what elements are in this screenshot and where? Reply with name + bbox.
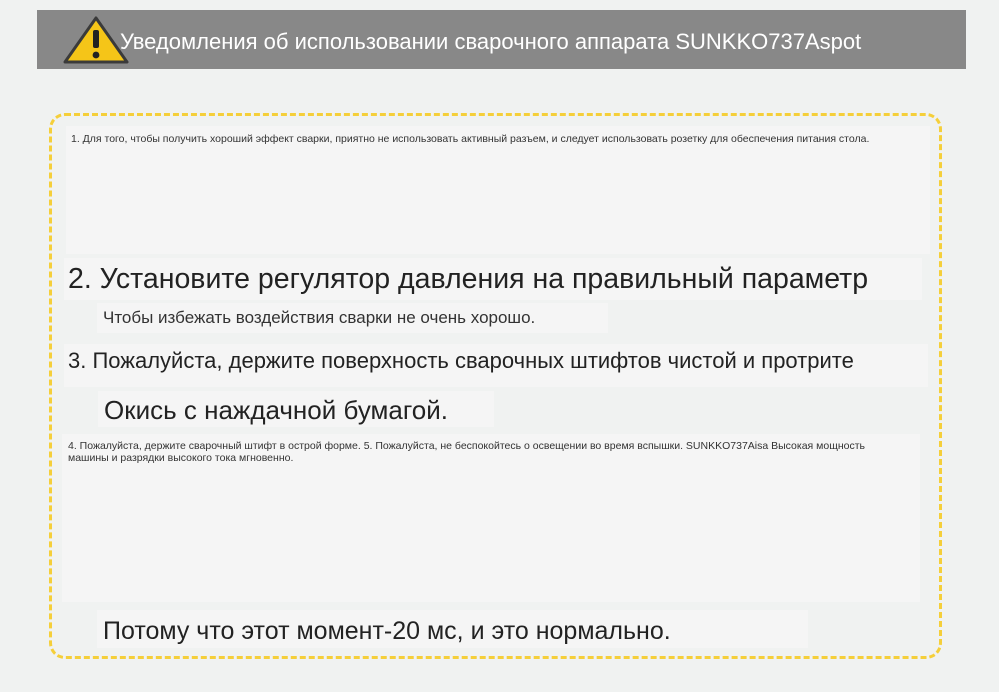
note-45-text: 4. Пожалуйста, держите сварочный штифт в… [68,440,866,464]
final-note: Потому что этот момент-20 мс, и это норм… [103,617,671,645]
note-1-panel [66,126,930,254]
note-3-sub: Окись с наждачной бумагой. [104,395,448,425]
note-3-heading: 3. Пожалуйста, держите поверхность сваро… [68,348,854,373]
note-2-heading: 2. Установите регулятор давления на прав… [68,263,869,295]
page-title: Уведомления об использовании сварочного … [120,29,862,54]
note-1-text: 1. Для того, чтобы получить хороший эффе… [71,133,870,145]
note-2-sub: Чтобы избежать воздействия сварки не оче… [103,308,536,327]
